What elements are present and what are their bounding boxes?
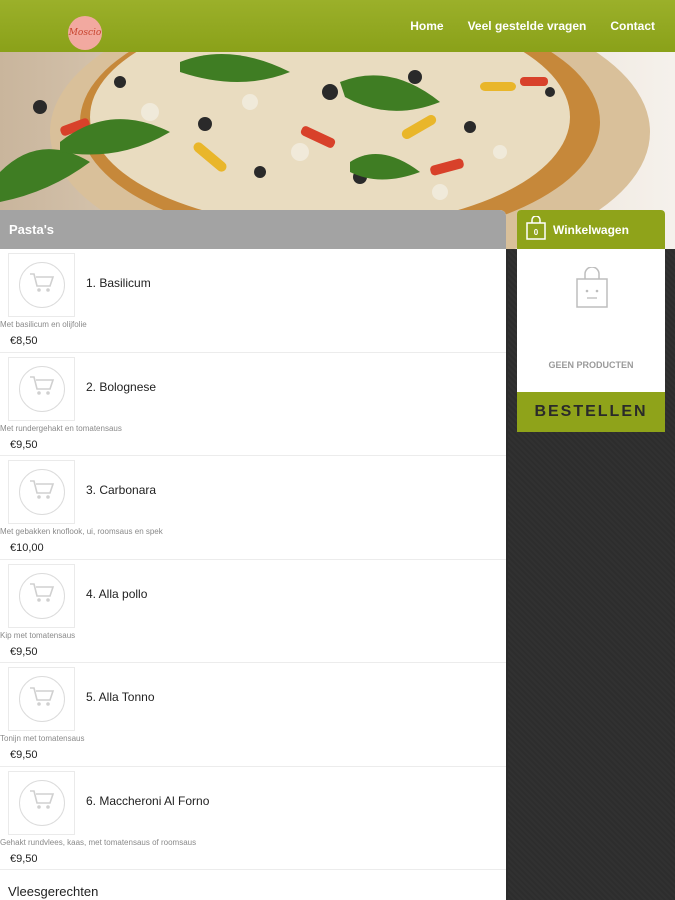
logo[interactable]: Moscio <box>68 16 102 50</box>
item-description: Met gebakken knoflook, ui, roomsaus en s… <box>0 527 163 536</box>
menu-item[interactable]: 6. Maccheroni Al Forno Gehakt rundvlees,… <box>0 767 506 870</box>
item-description: Met rundergehakt en tomatensaus <box>0 423 122 433</box>
cart-empty-message: GEEN PRODUCTEN <box>548 360 634 370</box>
shopping-cart-icon <box>29 582 55 609</box>
item-price: €10,00 <box>10 542 44 554</box>
shopping-cart-icon <box>29 789 55 816</box>
cart-count: 0 <box>534 228 539 237</box>
item-description: Kip met tomatensaus <box>0 630 76 640</box>
order-button[interactable]: BESTELLEN <box>517 392 665 432</box>
item-price: €9,50 <box>10 852 38 865</box>
cart-header: 0 Winkelwagen <box>517 210 665 249</box>
item-description: Gehakt rundvlees, kaas, met tomatensaus … <box>0 837 197 847</box>
item-price: €9,50 <box>10 749 38 761</box>
menu-item[interactable]: 3. Carbonara Met gebakken knoflook, ui, … <box>0 456 506 560</box>
item-name: 2. Bolognese <box>86 379 157 394</box>
product-image-placeholder <box>8 356 75 421</box>
shopping-cart-icon <box>29 479 55 506</box>
item-name: 6. Maccheroni Al Forno <box>86 793 210 808</box>
empty-bag-icon <box>575 266 609 314</box>
shopping-bag-icon: 0 <box>525 215 547 243</box>
item-price: €8,50 <box>10 335 38 347</box>
category-header[interactable]: Pasta's <box>0 210 506 249</box>
shopping-cart-icon <box>29 375 55 402</box>
item-name: 1. Basilicum <box>86 276 151 290</box>
product-image-placeholder <box>8 770 75 835</box>
item-name: 5. Alla Tonno <box>86 690 155 704</box>
product-image-placeholder <box>8 460 75 524</box>
menu-item[interactable]: 1. Basilicum Met basilicum en olijfolie … <box>0 249 506 353</box>
item-price: €9,50 <box>10 645 38 658</box>
top-navigation-bar: Moscio Home Veel gestelde vragen Contact <box>0 0 675 52</box>
menu-panel: Pasta's 1. Basilicum Met basilicum en ol… <box>0 210 506 900</box>
item-name: 4. Alla pollo <box>86 586 148 601</box>
cart-widget: 0 Winkelwagen GEEN PRODUCTEN BESTELLEN <box>517 210 665 432</box>
product-image-placeholder <box>8 563 75 628</box>
shopping-cart-icon <box>29 272 55 299</box>
menu-item[interactable]: 2. Bolognese Met rundergehakt en tomaten… <box>0 353 506 456</box>
cart-title: Winkelwagen <box>553 222 629 237</box>
main-nav: Home Veel gestelde vragen Contact <box>410 0 655 52</box>
cart-body: GEEN PRODUCTEN <box>517 249 665 392</box>
item-description: Tonijn met tomatensaus <box>0 734 85 743</box>
nav-contact-link[interactable]: Contact <box>610 19 655 33</box>
item-price: €9,50 <box>10 438 38 451</box>
product-image-placeholder <box>8 253 75 317</box>
item-description: Met basilicum en olijfolie <box>0 320 87 329</box>
menu-item[interactable]: 4. Alla pollo Kip met tomatensaus €9,50 <box>0 560 506 663</box>
category-header-next[interactable]: Vleesgerechten <box>8 884 98 899</box>
nav-faq-link[interactable]: Veel gestelde vragen <box>468 19 587 33</box>
shopping-cart-icon <box>29 686 55 713</box>
product-image-placeholder <box>8 667 75 731</box>
nav-home-link[interactable]: Home <box>410 19 443 33</box>
item-name: 3. Carbonara <box>86 483 157 497</box>
menu-item[interactable]: 5. Alla Tonno Tonijn met tomatensaus €9,… <box>0 663 506 767</box>
